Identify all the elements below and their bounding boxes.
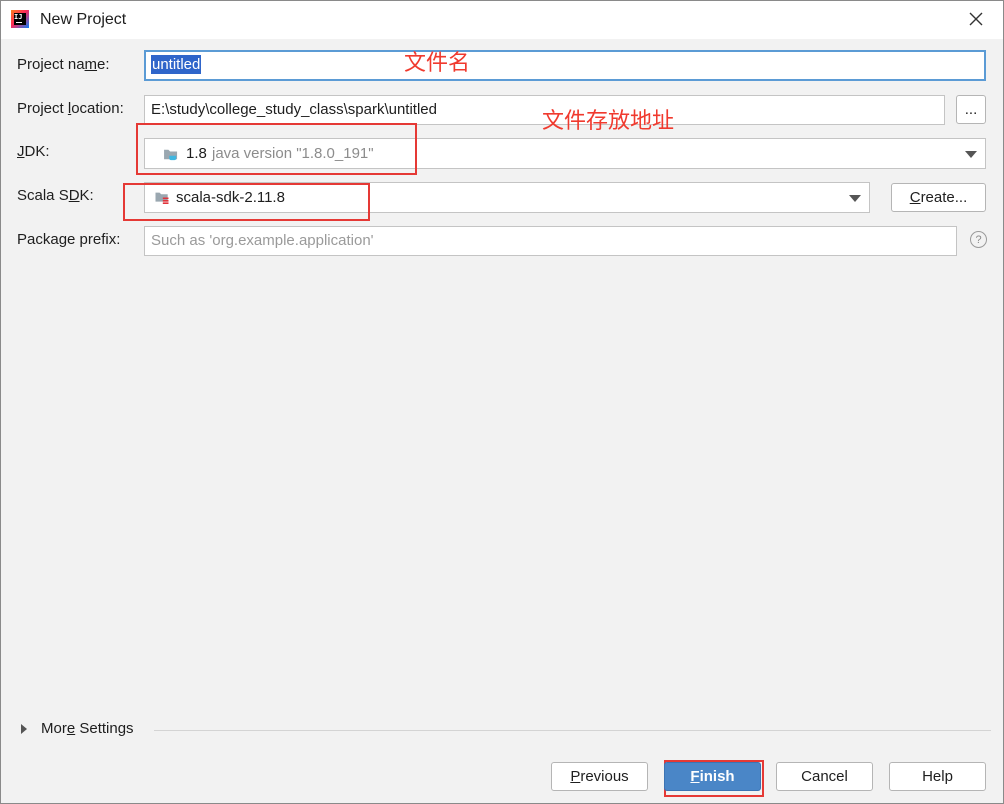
file-name-annotation: 文件名 bbox=[404, 51, 471, 76]
project-location-value: E:\study\college_study_class\spark\untit… bbox=[151, 101, 437, 118]
browse-button[interactable]: ... bbox=[956, 95, 986, 124]
finish-button[interactable]: Finish bbox=[664, 762, 761, 791]
window-title: New Project bbox=[40, 11, 127, 28]
new-project-dialog: IJ New Project Project name: untitled 文件… bbox=[0, 0, 1004, 804]
more-settings-toggle[interactable]: More Settings bbox=[21, 720, 134, 737]
create-button[interactable]: Create... bbox=[891, 183, 986, 212]
scala-sdk-label: Scala SDK: bbox=[17, 187, 94, 204]
scala-sdk-highlight-box bbox=[123, 183, 370, 221]
file-location-annotation: 文件存放地址 bbox=[542, 109, 675, 134]
jdk-label: JDK: bbox=[17, 143, 50, 160]
expand-arrow-icon bbox=[21, 723, 27, 734]
project-location-label: Project location: bbox=[17, 100, 124, 117]
package-prefix-placeholder: Such as 'org.example.application' bbox=[151, 232, 374, 249]
project-name-value: untitled bbox=[151, 55, 202, 74]
jdk-highlight-box bbox=[136, 123, 417, 175]
previous-button[interactable]: Previous bbox=[551, 762, 648, 791]
close-icon bbox=[969, 12, 983, 26]
title-bar: IJ New Project bbox=[1, 1, 1003, 39]
divider bbox=[154, 730, 991, 731]
help-button[interactable]: Help bbox=[889, 762, 986, 791]
more-settings-label: More Settings bbox=[41, 720, 134, 737]
chevron-down-icon bbox=[849, 195, 861, 202]
package-prefix-input[interactable]: Such as 'org.example.application' bbox=[144, 226, 957, 256]
package-prefix-label: Package prefix: bbox=[17, 231, 121, 248]
close-button[interactable] bbox=[959, 1, 993, 37]
chevron-down-icon bbox=[965, 151, 977, 158]
project-name-input[interactable]: untitled bbox=[144, 50, 986, 81]
project-name-label: Project name: bbox=[17, 56, 110, 73]
help-icon[interactable]: ? bbox=[970, 231, 987, 248]
cancel-button[interactable]: Cancel bbox=[776, 762, 873, 791]
intellij-idea-icon: IJ bbox=[11, 10, 29, 28]
